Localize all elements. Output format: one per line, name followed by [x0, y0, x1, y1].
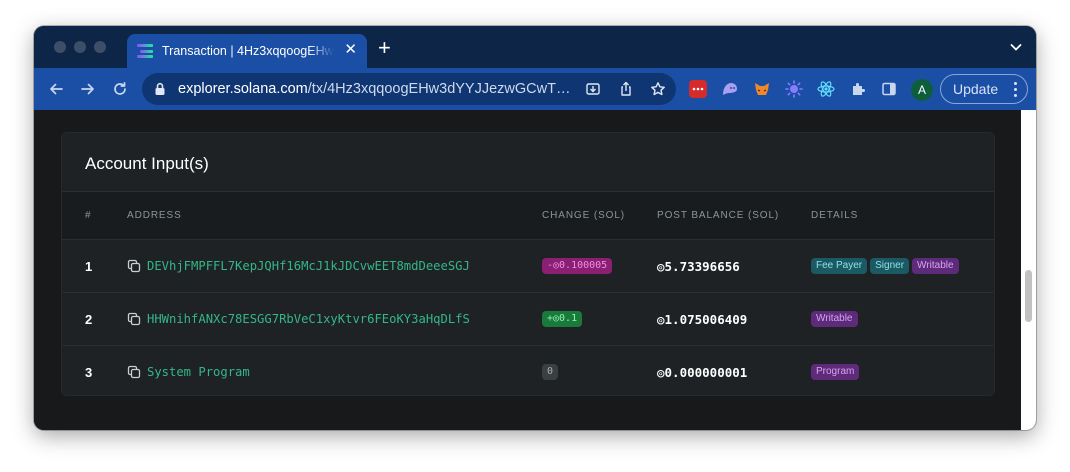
solana-favicon-icon [137, 44, 153, 58]
table-row: 2 HHWnihfANXc78ESGG7RbVeC1xyKtvr6FEoKY3a… [62, 293, 994, 346]
install-app-icon[interactable] [585, 81, 601, 97]
forward-button[interactable] [78, 79, 98, 99]
fee-payer-badge: Fee Payer [811, 258, 868, 274]
arrow-right-icon [81, 83, 94, 95]
table-row: 3 System Program 0 ◎0.000000001 Program [62, 346, 994, 395]
tab-close-icon[interactable]: ✕ [344, 42, 357, 58]
copy-icon[interactable] [127, 312, 141, 326]
copy-icon[interactable] [127, 365, 141, 379]
address-bar[interactable]: explorer.solana.com/tx/4Hz3xqqoogEHw3dYY… [142, 73, 676, 105]
card-title: Account Input(s) [85, 154, 209, 173]
maximize-window-button[interactable] [94, 41, 106, 53]
close-window-button[interactable] [54, 41, 66, 53]
column-header-change: CHANGE (SOL) [542, 210, 626, 221]
post-balance: ◎1.075006409 [657, 311, 748, 327]
card-header: Account Input(s) [62, 133, 994, 192]
side-panel-icon[interactable] [880, 80, 898, 98]
row-index: 1 [85, 258, 93, 274]
reload-icon [114, 81, 126, 95]
page-scrollbar[interactable] [1021, 110, 1036, 430]
copy-icon[interactable] [127, 259, 141, 273]
browser-tab-active[interactable]: Transaction | 4Hz3xqqoogEHw3dYYJJezwGCwT… [127, 34, 367, 68]
account-address-link[interactable]: DEVhjFMPFFL7KepJQHf16McJ1kJDCvwEET8mdDee… [147, 259, 470, 273]
table-row: 1 DEVhjFMPFFL7KepJQHf16McJ1kJDCvwEET8mdD… [62, 240, 994, 293]
address-cell: DEVhjFMPFFL7KepJQHf16McJ1kJDCvwEET8mdDee… [127, 240, 470, 292]
signer-badge: Signer [870, 258, 910, 274]
minimize-window-button[interactable] [74, 41, 86, 53]
row-index: 2 [85, 311, 93, 327]
tab-title: Transaction | 4Hz3xqqoogEHw3dYYJJezwGCwT [162, 44, 334, 58]
writable-badge: Writable [912, 258, 959, 274]
phantom-ghost-icon[interactable] [721, 80, 739, 98]
details-cell: Writable [811, 293, 861, 345]
url-host: explorer.solana.com [178, 81, 308, 97]
column-header-post-balance: POST BALANCE (SOL) [657, 210, 780, 221]
account-inputs-card: Account Input(s) # ADDRESS CHANGE (SOL) … [61, 132, 995, 396]
tab-search-chevron-icon[interactable] [1010, 41, 1022, 53]
scrollbar-thumb[interactable] [1025, 270, 1032, 322]
browser-toolbar: explorer.solana.com/tx/4Hz3xqqoogEHw3dYY… [34, 68, 1036, 110]
writable-badge: Writable [811, 311, 858, 327]
change-cell: -◎0.100005 [542, 240, 615, 292]
post-balance: ◎5.73396656 [657, 258, 740, 274]
change-cell: +◎0.1 [542, 293, 585, 345]
details-cell: Fee Payer Signer Writable [811, 240, 962, 292]
arrow-left-icon [50, 83, 63, 95]
menu-dots-icon[interactable] [1014, 82, 1017, 97]
new-tab-button[interactable]: + [378, 37, 391, 59]
react-devtools-icon[interactable] [817, 80, 835, 98]
row-index: 3 [85, 364, 93, 380]
sun-extension-icon[interactable] [785, 80, 803, 98]
column-header-details: DETAILS [811, 210, 859, 221]
change-cell: 0 [542, 346, 561, 395]
metamask-fox-icon[interactable] [753, 80, 771, 98]
change-badge-zero: 0 [542, 364, 559, 380]
reload-button[interactable] [110, 79, 130, 99]
change-badge-negative: -◎0.100005 [542, 258, 613, 274]
bookmark-star-icon[interactable] [650, 81, 666, 97]
page-content: Account Input(s) # ADDRESS CHANGE (SOL) … [34, 110, 1021, 430]
share-icon[interactable] [618, 81, 634, 97]
column-header-address: ADDRESS [127, 210, 182, 221]
tab-strip: Transaction | 4Hz3xqqoogEHw3dYYJJezwGCwT… [34, 26, 1036, 68]
update-label: Update [953, 81, 999, 97]
back-button[interactable] [46, 79, 66, 99]
table-header: # ADDRESS CHANGE (SOL) POST BALANCE (SOL… [62, 192, 994, 240]
update-button[interactable]: Update [940, 74, 1028, 104]
column-header-index: # [85, 210, 92, 221]
url-path: /tx/4Hz3xqqoogEHw3dYYJJezwGCwT… [307, 81, 571, 97]
account-address-link[interactable]: System Program [147, 365, 250, 379]
program-badge: Program [811, 364, 860, 380]
url-text[interactable]: explorer.solana.com/tx/4Hz3xqqoogEHw3dYY… [178, 81, 576, 97]
address-cell: System Program [127, 346, 250, 395]
browser-window: Transaction | 4Hz3xqqoogEHw3dYYJJezwGCwT… [34, 26, 1036, 430]
change-badge-positive: +◎0.1 [542, 311, 583, 327]
post-balance: ◎0.000000001 [657, 364, 748, 380]
profile-avatar[interactable]: A [911, 79, 933, 101]
account-address-link[interactable]: HHWnihfANXc78ESGG7RbVeC1xyKtvr6FEoKY3aHq… [147, 312, 470, 326]
extensions-puzzle-icon[interactable] [849, 80, 867, 98]
lock-icon[interactable] [154, 82, 166, 96]
details-cell: Program [811, 346, 862, 395]
extension-red-icon[interactable] [689, 80, 707, 98]
address-cell: HHWnihfANXc78ESGG7RbVeC1xyKtvr6FEoKY3aHq… [127, 293, 470, 345]
